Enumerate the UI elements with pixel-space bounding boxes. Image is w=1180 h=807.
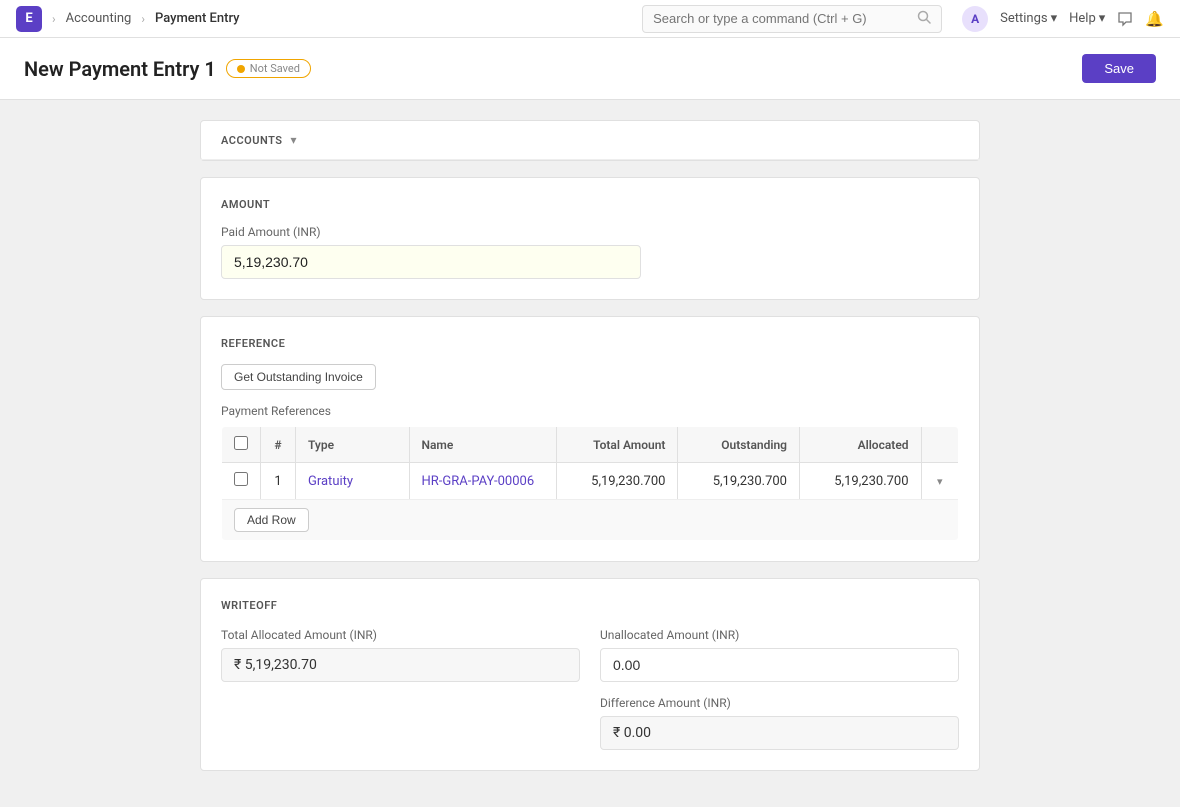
search-bar[interactable] xyxy=(642,5,942,33)
reference-section-body: REFERENCE Get Outstanding Invoice Paymen… xyxy=(201,317,979,561)
add-row-row: Add Row xyxy=(222,500,959,541)
col-type: Type xyxy=(295,427,409,463)
page-title-area: New Payment Entry 1 Not Saved xyxy=(24,57,311,81)
chat-icon[interactable] xyxy=(1117,11,1133,27)
row-num: 1 xyxy=(261,463,296,500)
app-icon[interactable]: E xyxy=(16,6,42,32)
page-header: New Payment Entry 1 Not Saved Save xyxy=(0,38,1180,100)
payment-references-table: # Type Name Total Amount Outstanding All… xyxy=(221,426,959,541)
col-name: Name xyxy=(409,427,556,463)
row-dropdown-icon: ▾ xyxy=(937,475,943,488)
col-allocated: Allocated xyxy=(800,427,922,463)
add-row-cell: Add Row xyxy=(222,500,959,541)
paid-amount-label: Paid Amount (INR) xyxy=(221,225,959,239)
row-allocated[interactable]: 5,19,230.700 xyxy=(800,463,922,500)
writeoff-right: Unallocated Amount (INR) Difference Amou… xyxy=(600,628,959,750)
row-type[interactable]: Gratuity xyxy=(295,463,409,500)
row-dropdown-cell[interactable]: ▾ xyxy=(921,463,958,500)
unallocated-input[interactable] xyxy=(600,648,959,682)
paid-amount-input[interactable] xyxy=(221,245,641,279)
reference-section: REFERENCE Get Outstanding Invoice Paymen… xyxy=(200,316,980,562)
search-input[interactable] xyxy=(653,11,913,26)
total-allocated-label: Total Allocated Amount (INR) xyxy=(221,628,580,642)
table-row: 1 Gratuity HR-GRA-PAY-00006 5,19,230.700… xyxy=(222,463,959,500)
unallocated-label: Unallocated Amount (INR) xyxy=(600,628,959,642)
status-dot xyxy=(237,65,245,73)
difference-label: Difference Amount (INR) xyxy=(600,696,959,710)
get-outstanding-invoice-button[interactable]: Get Outstanding Invoice xyxy=(221,364,376,390)
page-title: New Payment Entry 1 xyxy=(24,57,216,81)
row-checkbox-cell[interactable] xyxy=(222,463,261,500)
main-content: ACCOUNTS ▾ AMOUNT Paid Amount (INR) REFE… xyxy=(0,100,1180,807)
avatar: A xyxy=(962,6,988,32)
writeoff-section-body: WRITEOFF Total Allocated Amount (INR) ₹ … xyxy=(201,579,979,770)
help-link[interactable]: Help ▾ xyxy=(1069,11,1105,26)
amount-section-body: AMOUNT Paid Amount (INR) xyxy=(201,178,979,299)
row-outstanding: 5,19,230.700 xyxy=(678,463,800,500)
row-name[interactable]: HR-GRA-PAY-00006 xyxy=(409,463,556,500)
writeoff-grid: Total Allocated Amount (INR) ₹ 5,19,230.… xyxy=(221,628,959,750)
amount-section: AMOUNT Paid Amount (INR) xyxy=(200,177,980,300)
breadcrumb-accounting[interactable]: Accounting xyxy=(66,11,132,26)
writeoff-left: Total Allocated Amount (INR) ₹ 5,19,230.… xyxy=(221,628,580,750)
row-total-amount: 5,19,230.700 xyxy=(556,463,678,500)
status-badge: Not Saved xyxy=(226,59,311,78)
col-actions xyxy=(921,427,958,463)
help-chevron-icon: ▾ xyxy=(1099,11,1106,26)
accounts-section: ACCOUNTS ▾ xyxy=(200,120,980,161)
nav-right: A Settings ▾ Help ▾ 🔔 xyxy=(962,6,1164,32)
writeoff-section: WRITEOFF Total Allocated Amount (INR) ₹ … xyxy=(200,578,980,771)
accounts-section-title: ACCOUNTS xyxy=(221,134,282,147)
topnav: E › Accounting › Payment Entry A Setting… xyxy=(0,0,1180,38)
accounts-section-header[interactable]: ACCOUNTS ▾ xyxy=(201,121,979,160)
col-num: # xyxy=(261,427,296,463)
bell-icon[interactable]: 🔔 xyxy=(1145,10,1164,28)
breadcrumb-sep-2: › xyxy=(141,12,145,26)
search-icon xyxy=(917,10,931,28)
add-row-button[interactable]: Add Row xyxy=(234,508,309,532)
col-outstanding: Outstanding xyxy=(678,427,800,463)
select-all-checkbox[interactable] xyxy=(234,436,248,450)
settings-link[interactable]: Settings ▾ xyxy=(1000,11,1057,26)
breadcrumb-payment-entry: Payment Entry xyxy=(155,11,240,26)
row-checkbox[interactable] xyxy=(234,472,248,486)
col-checkbox xyxy=(222,427,261,463)
writeoff-section-title: WRITEOFF xyxy=(221,599,959,612)
save-button[interactable]: Save xyxy=(1082,54,1156,83)
total-allocated-value: ₹ 5,19,230.70 xyxy=(221,648,580,682)
payment-references-label: Payment References xyxy=(221,404,959,418)
breadcrumb-sep-1: › xyxy=(52,12,56,26)
difference-value: ₹ 0.00 xyxy=(600,716,959,750)
col-total-amount: Total Amount xyxy=(556,427,678,463)
accounts-chevron-icon: ▾ xyxy=(290,133,296,147)
amount-section-title: AMOUNT xyxy=(221,198,959,211)
reference-section-title: REFERENCE xyxy=(221,337,959,350)
settings-chevron-icon: ▾ xyxy=(1051,11,1058,26)
